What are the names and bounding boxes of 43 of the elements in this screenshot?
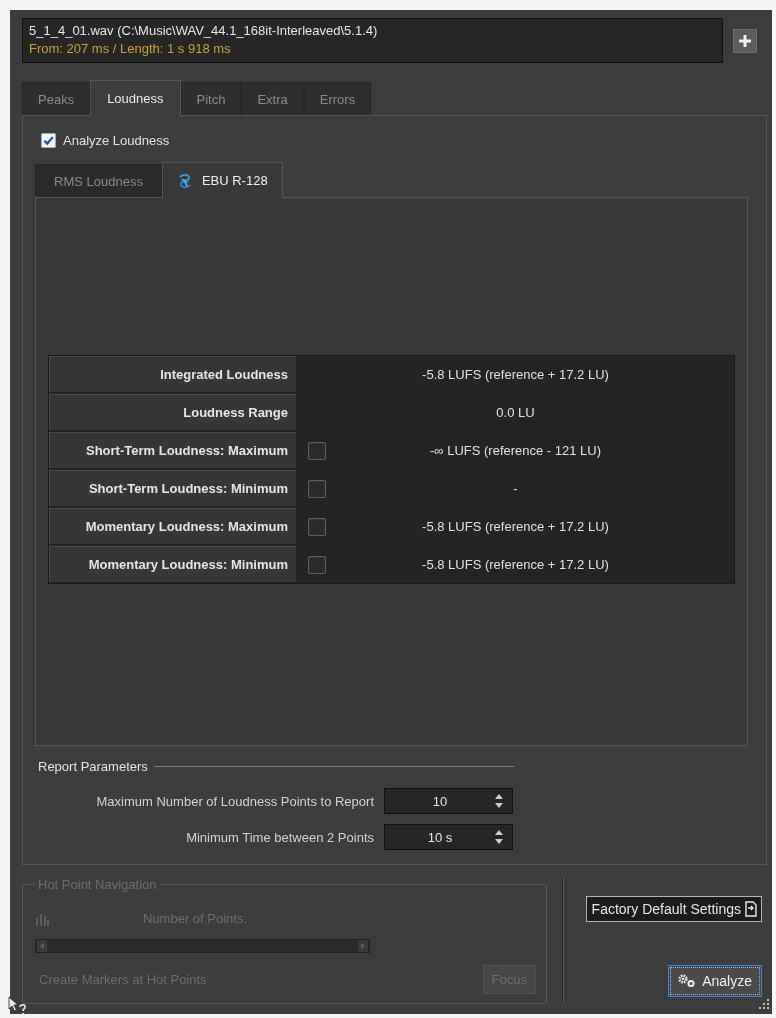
- add-button[interactable]: [733, 28, 757, 53]
- row-value: 0.0 LU: [495, 404, 536, 422]
- checkbox-label: Analyze Loudness: [63, 132, 170, 148]
- row-value: -5.8 LUFS (reference + 17.2 LU): [421, 518, 610, 536]
- checkbox[interactable]: [308, 517, 326, 536]
- document-icon: [744, 901, 758, 917]
- tab[interactable]: Errors: [303, 82, 372, 115]
- number-field[interactable]: 10 s: [384, 824, 513, 850]
- group-title: Report Parameters: [38, 759, 148, 774]
- row-value: -5.8 LUFS (reference + 17.2 LU): [421, 556, 610, 574]
- row-value: -5.8 LUFS (reference + 17.2 LU): [421, 366, 610, 384]
- help-cursor-icon[interactable]: [8, 996, 28, 1016]
- tab[interactable]: Loudness: [90, 80, 181, 116]
- checkbox[interactable]: [308, 479, 326, 498]
- row-value: -: [512, 480, 519, 498]
- up-down-arrows-icon[interactable]: [495, 794, 503, 808]
- factory-default-button[interactable]: Factory Default Settings: [585, 896, 762, 922]
- number-field[interactable]: 10: [384, 788, 513, 814]
- field-label: Minimum Time between 2 Points: [185, 829, 374, 845]
- row-label: Momentary Loudness: Maximum: [49, 508, 297, 545]
- row-label: Short-Term Loudness: Maximum: [49, 432, 297, 469]
- gears-icon: [678, 974, 697, 988]
- checkbox[interactable]: [308, 555, 326, 574]
- row-label: Momentary Loudness: Minimum: [49, 546, 297, 583]
- field-label: Maximum Number of Loudness Points to Report: [95, 793, 374, 809]
- row-label: Short-Term Loudness: Minimum: [49, 470, 297, 507]
- up-down-arrows-icon[interactable]: [495, 830, 503, 844]
- analyze-button[interactable]: Analyze: [668, 965, 762, 997]
- checkbox[interactable]: [308, 441, 326, 460]
- plus-icon: [738, 33, 752, 48]
- bars-icon: [35, 911, 49, 926]
- tab[interactable]: EBU R-128: [161, 162, 283, 198]
- tab[interactable]: Pitch: [180, 82, 242, 115]
- file-path-text: 5_1_4_01.wav (C:\Music\WAV_44.1_168it-Interleaved\5.1.4): [29, 23, 379, 39]
- row-label: Integrated Loudness: [49, 356, 297, 393]
- row-value: -∞ LUFS (reference - 121 LU): [428, 442, 603, 460]
- resize-grip-icon[interactable]: [759, 999, 769, 1009]
- tab[interactable]: RMS Loudness: [35, 164, 162, 197]
- tab[interactable]: Extra: [241, 82, 304, 115]
- tab[interactable]: Peaks: [22, 82, 91, 115]
- file-range-text: From: 207 ms / Length: 1 s 918 ms: [29, 41, 232, 57]
- row-label: Loudness Range: [49, 394, 297, 431]
- checkbox[interactable]: [41, 132, 56, 148]
